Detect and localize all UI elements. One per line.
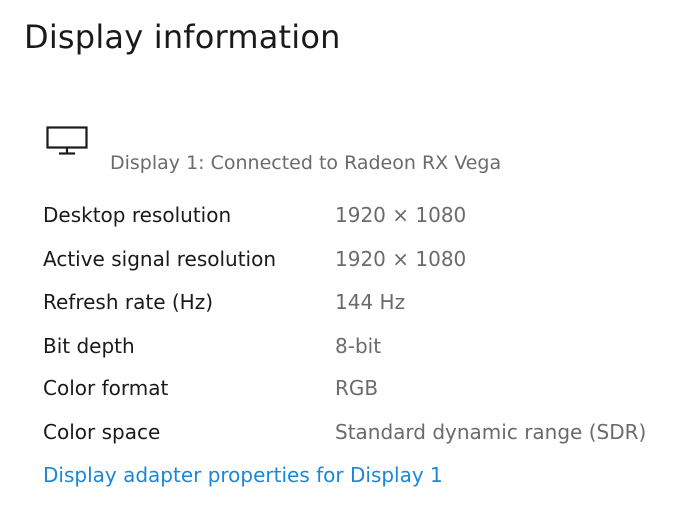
info-row-active-signal-resolution: Active signal resolution 1920 × 1080 bbox=[43, 247, 683, 277]
info-value: 1920 × 1080 bbox=[335, 203, 467, 227]
page-title: Display information bbox=[24, 18, 341, 56]
info-label: Color format bbox=[43, 376, 169, 400]
info-label: Desktop resolution bbox=[43, 203, 232, 227]
info-row-refresh-rate: Refresh rate (Hz) 144 Hz bbox=[43, 290, 683, 320]
display-subtitle: Display 1: Connected to Radeon RX Vega bbox=[110, 152, 502, 174]
monitor-icon bbox=[46, 126, 88, 155]
info-row-color-format: Color format RGB bbox=[43, 376, 683, 406]
info-value: 144 Hz bbox=[335, 290, 406, 314]
info-value: 8-bit bbox=[335, 334, 382, 358]
info-label: Color space bbox=[43, 420, 161, 444]
info-value: 1920 × 1080 bbox=[335, 247, 467, 271]
info-row-bit-depth: Bit depth 8-bit bbox=[43, 334, 683, 364]
info-value: RGB bbox=[335, 376, 379, 400]
info-label: Active signal resolution bbox=[43, 247, 277, 271]
info-label: Refresh rate (Hz) bbox=[43, 290, 214, 314]
info-label: Bit depth bbox=[43, 334, 135, 358]
info-row-desktop-resolution: Desktop resolution 1920 × 1080 bbox=[43, 203, 683, 233]
display-adapter-properties-link[interactable]: Display adapter properties for Display 1 bbox=[43, 463, 443, 487]
info-value: Standard dynamic range (SDR) bbox=[335, 420, 647, 444]
info-row-color-space: Color space Standard dynamic range (SDR) bbox=[43, 420, 683, 450]
